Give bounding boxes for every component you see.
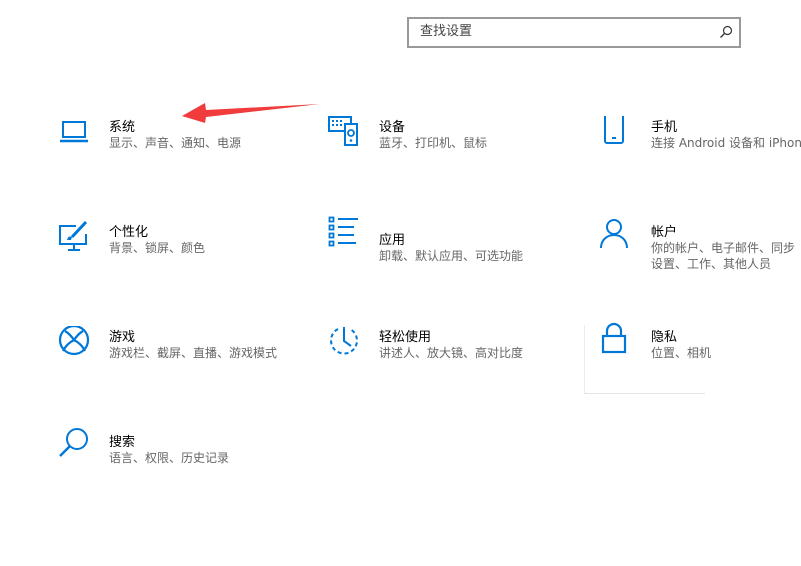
tile-subtitle: 游戏栏、截屏、直播、游戏模式 <box>109 346 278 360</box>
tile-accounts[interactable]: 帐户 你的帐户、电子邮件、同步设置、工作、其他人员 <box>600 219 801 301</box>
tile-subtitle: 连接 Android 设备和 iPhone <box>651 136 801 150</box>
tile-subtitle: 讲述人、放大镜、高对比度 <box>379 346 524 360</box>
tile-title: 帐户 <box>651 225 678 240</box>
tile-devices[interactable]: 设备 蓝牙、打印机、鼠标 <box>328 116 558 196</box>
person-icon <box>600 219 628 249</box>
lock-icon <box>601 322 627 354</box>
tile-phone[interactable]: 手机 连接 Android 设备和 iPhone <box>600 116 801 196</box>
tile-subtitle: 显示、声音、通知、电源 <box>109 136 242 150</box>
tile-title: 系统 <box>109 120 136 135</box>
tile-ease-of-access[interactable]: 轻松使用 讲述人、放大镜、高对比度 <box>328 326 558 406</box>
ease-of-access-icon <box>330 327 358 355</box>
tile-subtitle: 背景、锁屏、颜色 <box>109 241 206 255</box>
tile-privacy[interactable]: 隐私 位置、相机 <box>600 322 801 406</box>
search-box[interactable] <box>407 17 741 48</box>
tile-subtitle: 你的帐户、电子邮件、同步设置、工作、其他人员 <box>651 241 796 271</box>
tile-title: 游戏 <box>109 330 136 345</box>
tile-title: 手机 <box>651 120 678 135</box>
tile-subtitle: 位置、相机 <box>651 346 712 360</box>
tile-title: 个性化 <box>109 225 149 240</box>
tile-subtitle: 语言、权限、历史记录 <box>109 451 230 465</box>
phone-icon <box>604 116 624 144</box>
personalization-icon <box>59 221 88 251</box>
tile-gaming[interactable]: 游戏 游戏栏、截屏、直播、游戏模式 <box>58 326 288 406</box>
tile-search[interactable]: 搜索 语言、权限、历史记录 <box>58 428 288 511</box>
tile-personalization[interactable]: 个性化 背景、锁屏、颜色 <box>58 221 288 301</box>
laptop-icon <box>60 121 88 143</box>
search-icon <box>59 428 88 457</box>
apps-list-icon <box>328 216 358 247</box>
tile-title: 应用 <box>379 233 406 248</box>
keyboard-speaker-icon <box>328 116 358 146</box>
search-icon[interactable] <box>719 25 733 39</box>
tile-title: 轻松使用 <box>379 330 432 345</box>
tile-title: 设备 <box>379 120 406 135</box>
tile-subtitle: 卸载、默认应用、可选功能 <box>379 249 524 263</box>
xbox-icon <box>58 326 90 356</box>
tile-subtitle: 蓝牙、打印机、鼠标 <box>379 136 488 150</box>
tile-title: 搜索 <box>109 435 136 450</box>
tile-apps[interactable]: 应用 卸载、默认应用、可选功能 <box>328 216 558 296</box>
search-input[interactable] <box>418 23 712 40</box>
tile-system[interactable]: 系统 显示、声音、通知、电源 <box>58 116 288 196</box>
tile-title: 隐私 <box>651 330 678 345</box>
